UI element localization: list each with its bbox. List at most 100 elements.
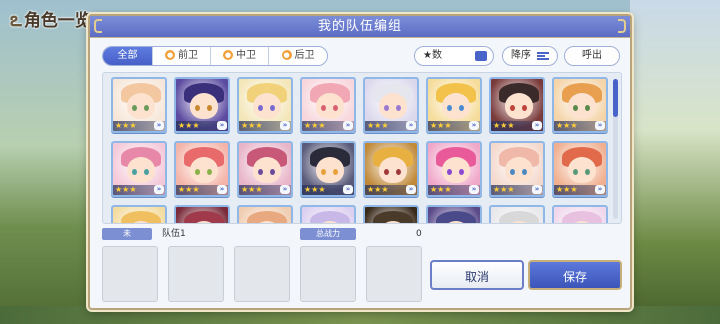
- portrait-eye: [396, 105, 401, 111]
- character-card[interactable]: ★★★»: [111, 77, 167, 133]
- rank-chevron-icon: »: [595, 121, 605, 130]
- portrait-eye: [321, 105, 326, 111]
- sort-key-toggle-icon: [475, 51, 487, 61]
- character-card[interactable]: ★★★»: [426, 77, 482, 133]
- portrait-eye: [258, 169, 263, 175]
- rank-chevron-icon: »: [532, 185, 542, 194]
- background-page-title: ఽ 角色一览: [10, 6, 92, 36]
- team-slot-4[interactable]: [300, 246, 356, 302]
- tab-all-label: 全部: [117, 50, 138, 61]
- rank-chevron-icon: »: [154, 121, 164, 130]
- dialog-title: 我的队伍编组: [317, 19, 402, 34]
- portrait-eye: [447, 169, 452, 175]
- portrait-eye: [207, 105, 212, 111]
- portrait-eye: [585, 169, 590, 175]
- tab-all[interactable]: 全部: [103, 47, 153, 65]
- callout-button[interactable]: 呼出: [564, 46, 620, 66]
- portrait-eye: [195, 105, 200, 111]
- character-card[interactable]: [300, 205, 356, 223]
- character-card[interactable]: ★★★»: [237, 141, 293, 197]
- grid-scrollbar[interactable]: [613, 79, 618, 219]
- sort-key-button[interactable]: ★数: [414, 46, 494, 66]
- scrollbar-thumb[interactable]: [613, 79, 618, 117]
- rank-chevron-icon: »: [280, 185, 290, 194]
- character-card[interactable]: ★★★»: [174, 141, 230, 197]
- rank-chevron-icon: »: [469, 121, 479, 130]
- total-power-label: 总战力: [300, 228, 356, 240]
- portrait-eye: [384, 105, 389, 111]
- rank-chevron-icon: »: [217, 121, 227, 130]
- tab-back[interactable]: ● 后卫: [269, 47, 327, 65]
- portrait-eye: [207, 169, 212, 175]
- portrait-eye: [522, 169, 527, 175]
- portrait-eye: [585, 105, 590, 111]
- character-card[interactable]: ★★★»: [489, 77, 545, 133]
- total-power-value: 0: [416, 229, 422, 239]
- portrait-eye: [132, 169, 137, 175]
- character-card[interactable]: [552, 205, 608, 223]
- team-slot-1[interactable]: [102, 246, 158, 302]
- tab-middle[interactable]: ● 中卫: [211, 47, 269, 65]
- rank-chevron-icon: »: [154, 185, 164, 194]
- portrait-eye: [573, 105, 578, 111]
- cancel-button[interactable]: 取消: [430, 260, 524, 290]
- callout-label: 呼出: [582, 50, 602, 61]
- team-tag: 未: [102, 228, 152, 240]
- character-card[interactable]: ★★★»: [237, 77, 293, 133]
- character-card[interactable]: [111, 205, 167, 223]
- role-middle-icon: ●: [223, 50, 233, 60]
- background-scenery-right: [630, 0, 720, 324]
- sort-key-label: ★数: [423, 50, 442, 61]
- portrait-eye: [333, 169, 338, 175]
- rank-chevron-icon: »: [406, 121, 416, 130]
- character-card[interactable]: [174, 205, 230, 223]
- tab-middle-label: 中卫: [236, 50, 256, 61]
- character-card[interactable]: [426, 205, 482, 223]
- portrait-eye: [573, 169, 578, 175]
- portrait-eye: [270, 105, 275, 111]
- portrait-eye: [522, 105, 527, 111]
- team-name: 队伍1: [162, 229, 186, 239]
- portrait-eye: [510, 169, 515, 175]
- character-card[interactable]: ★★★»: [426, 141, 482, 197]
- character-card[interactable]: ★★★»: [363, 141, 419, 197]
- character-card[interactable]: ★★★»: [489, 141, 545, 197]
- portrait-eye: [459, 169, 464, 175]
- character-card[interactable]: ★★★»: [300, 77, 356, 133]
- portrait-eye: [258, 105, 263, 111]
- tab-front[interactable]: ● 前卫: [153, 47, 211, 65]
- team-slot-2[interactable]: [168, 246, 224, 302]
- position-filter-tabs: 全部 ● 前卫 ● 中卫 ● 后卫: [102, 46, 328, 66]
- portrait-eye: [384, 169, 389, 175]
- character-card[interactable]: [489, 205, 545, 223]
- portrait-eye: [321, 169, 326, 175]
- portrait-eye: [447, 105, 452, 111]
- sort-order-button[interactable]: 降序: [502, 46, 558, 66]
- character-card[interactable]: ★★★»: [174, 77, 230, 133]
- character-card[interactable]: ★★★»: [552, 141, 608, 197]
- role-back-icon: ●: [281, 50, 292, 60]
- character-card[interactable]: [363, 205, 419, 223]
- character-card[interactable]: ★★★»: [363, 77, 419, 133]
- portrait-eye: [144, 169, 149, 175]
- portrait-eye: [396, 169, 401, 175]
- character-grid: ★★★» ★★★» ★★★» ★★★» ★★★» ★★★» ★★★» ★★★» ★★★» ★★★»…: [102, 72, 622, 224]
- portrait-eye: [333, 105, 338, 111]
- rank-chevron-icon: »: [532, 121, 542, 130]
- character-card[interactable]: [237, 205, 293, 223]
- header-ornament-right: [618, 19, 626, 33]
- character-card[interactable]: ★★★»: [300, 141, 356, 197]
- portrait-eye: [132, 105, 137, 111]
- save-button[interactable]: 保存: [528, 260, 622, 290]
- team-slot-5[interactable]: [366, 246, 422, 302]
- tab-back-label: 后卫: [294, 50, 315, 61]
- rank-chevron-icon: »: [217, 185, 227, 194]
- character-card[interactable]: ★★★»: [552, 77, 608, 133]
- team-slot-3[interactable]: [234, 246, 290, 302]
- portrait-eye: [144, 105, 149, 111]
- rank-chevron-icon: »: [595, 185, 605, 194]
- portrait-eye: [459, 105, 464, 111]
- character-card[interactable]: ★★★»: [111, 141, 167, 197]
- sort-lines-icon: [537, 52, 549, 60]
- swirl-icon: ఽ: [10, 7, 22, 31]
